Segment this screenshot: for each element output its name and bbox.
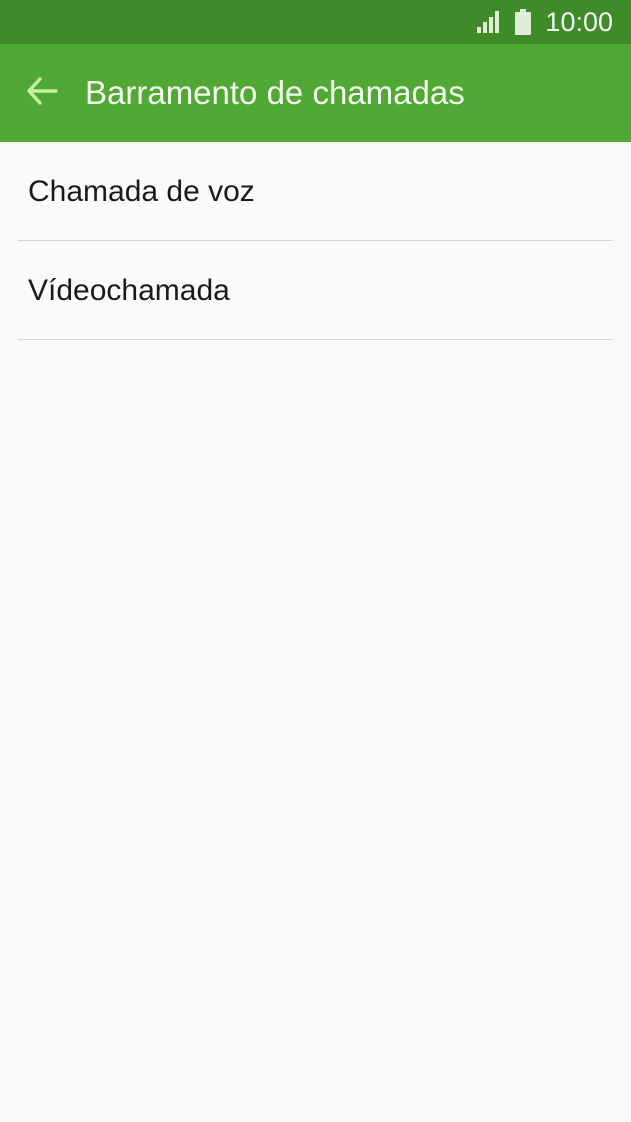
list-item-video-call[interactable]: Vídeochamada (0, 241, 631, 340)
back-button[interactable] (14, 65, 70, 121)
menu-list: Chamada de voz Vídeochamada (0, 142, 631, 340)
divider (18, 339, 613, 340)
list-item-label: Chamada de voz (28, 175, 255, 208)
arrow-left-icon (26, 76, 58, 110)
app-bar: Barramento de chamadas (0, 44, 631, 142)
battery-icon (515, 9, 532, 35)
status-clock: 10:00 (545, 6, 613, 37)
signal-icon (477, 11, 501, 33)
status-icons: 10:00 (477, 0, 613, 44)
list-item-voice-call[interactable]: Chamada de voz (0, 142, 631, 241)
status-bar: 10:00 (0, 0, 631, 44)
list-item-label: Vídeochamada (28, 274, 230, 307)
page-title: Barramento de chamadas (85, 74, 465, 111)
screen: 10:00 Barramento de chamadas Chamada de … (0, 0, 631, 1122)
